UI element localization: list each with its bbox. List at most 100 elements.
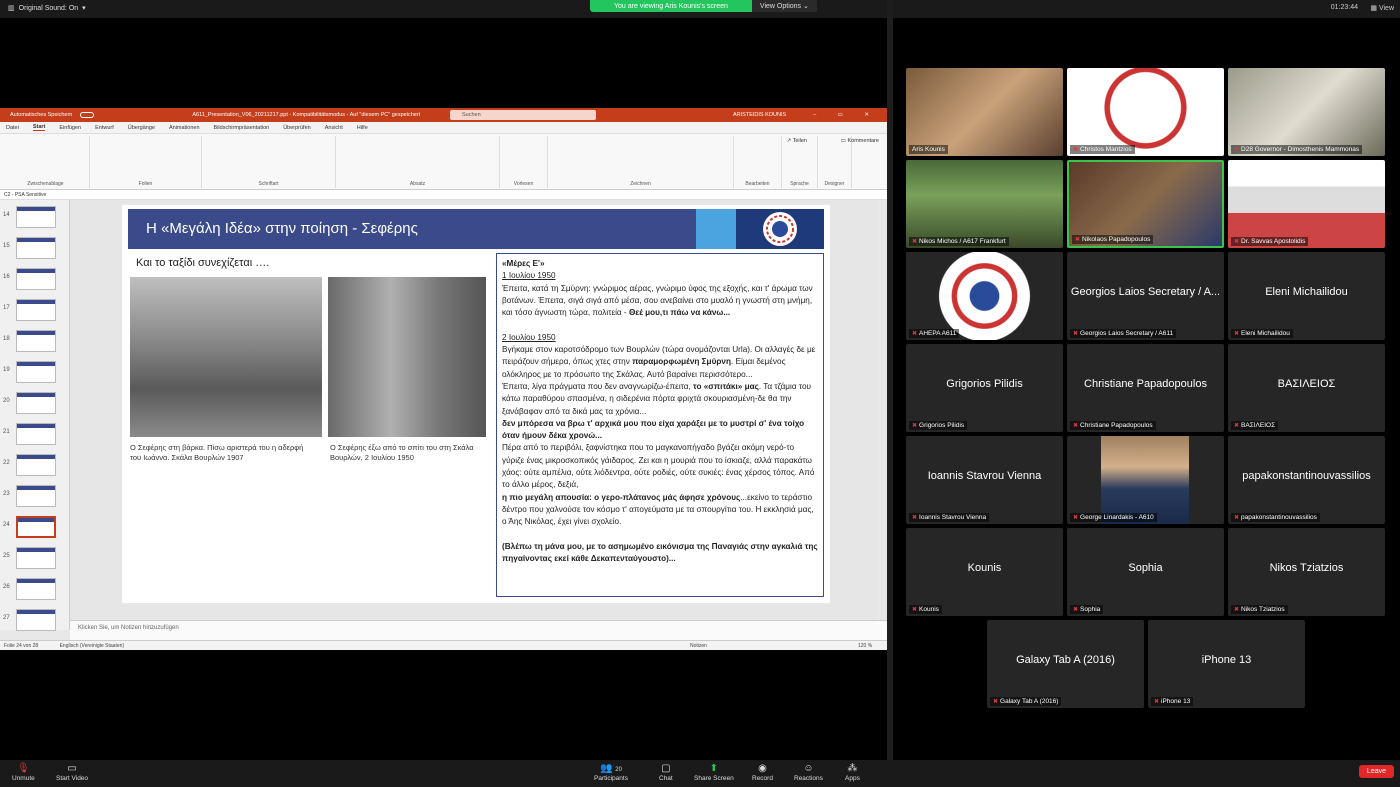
slide-title: Η «Μεγάλη Ιδέα» στην ποίηση - Σεφέρης (146, 220, 418, 237)
participant-tile[interactable]: Eleni Michailidou ✖ Eleni Michailidou (1228, 252, 1385, 340)
ribbon-tab[interactable]: Datei (6, 125, 19, 131)
thumb-header (17, 207, 55, 211)
slide-header: Η «Μεγάλη Ιδέα» στην ποίηση - Σεφέρης (128, 209, 824, 249)
mic-muted-icon: ✖ (1234, 515, 1240, 521)
participant-name: papakonstantinouvassilios (1241, 514, 1317, 521)
slide-thumbnail[interactable] (16, 392, 56, 414)
participant-label: ✖ Grigorios Pilidis (909, 421, 968, 430)
slide-thumbnail[interactable] (16, 578, 56, 600)
participant-tile[interactable]: Galaxy Tab A (2016) ✖ Galaxy Tab A (2016) (987, 620, 1144, 708)
participant-tile[interactable]: Grigorios Pilidis ✖ Grigorios Pilidis (906, 344, 1063, 432)
ribbon-tab[interactable]: Hilfe (357, 125, 368, 131)
participant-display-name: ΒΑΣΙΛΕΙΟΣ (1277, 378, 1336, 390)
mic-muted-icon: ✖ (912, 331, 918, 337)
ppt-body: C2 - PSA Sensitive 14 15 16 17 18 19 20 21 22 23 2… (0, 190, 887, 650)
slide-thumbnail[interactable] (16, 547, 56, 569)
ribbon-tab[interactable]: Animationen (169, 125, 200, 131)
slide-thumbnail[interactable] (16, 299, 56, 321)
participant-tile[interactable]: papakonstantinouvassilios ✖ papakonstantin… (1228, 436, 1385, 524)
slide-thumbnail[interactable] (16, 361, 56, 383)
ribbon-tab[interactable]: Bildschirmpräsentation (214, 125, 270, 131)
participant-label: ✖ Georgios Laios Secretary / A611 (1070, 329, 1177, 338)
viewing-banner: You are viewing Aris Kounis's screen Vie… (590, 0, 817, 12)
participant-tile[interactable]: Sophia ✖ Sophia (1067, 528, 1224, 616)
apps-button[interactable]: ⁂ Apps (845, 763, 860, 782)
participant-label: ✖ Eleni Michailidou (1231, 329, 1293, 338)
participant-tile[interactable]: ✖ Nikos Michos / A617 Frankfurt (906, 160, 1063, 248)
notes-pane[interactable]: Klicken Sie, um Notizen hinzuzufügen (70, 620, 887, 640)
slide-thumbnail[interactable] (16, 516, 56, 538)
participant-tile[interactable]: Nikos Tziatzios ✖ Nikos Tziatzios (1228, 528, 1385, 616)
participant-label: ✖ Ioannis Stavrou Vienna (909, 513, 990, 522)
slide-thumbnail[interactable] (16, 485, 56, 507)
ribbon-tab[interactable]: Entwurf (95, 125, 114, 131)
participants-button[interactable]: 👥 20 Participants (594, 763, 628, 782)
ribbon-group: Bearbeiten (734, 136, 782, 188)
chat-button[interactable]: ▢ Chat (659, 763, 673, 782)
slide-thumbnail[interactable] (16, 237, 56, 259)
leave-button[interactable]: Leave (1358, 765, 1394, 778)
participant-label: ✖ papakonstantinouvassilios (1231, 513, 1320, 522)
participant-name: Galaxy Tab A (2016) (1000, 698, 1059, 705)
ribbon-tab[interactable]: Start (32, 124, 46, 131)
window-controls[interactable]: – ▭ ✕ (813, 112, 879, 118)
share-screen-button[interactable]: ⬆ Share Screen (694, 763, 734, 782)
zoom-level[interactable]: 120 % (858, 641, 872, 651)
participant-tile[interactable]: ✖ George Linardakis - A610 (1067, 436, 1224, 524)
ahepa-logo-icon (906, 252, 1063, 340)
participant-tile[interactable]: ✖ AHEPA A611 (906, 252, 1063, 340)
sound-icon: ▥ (8, 5, 15, 12)
slide-thumbnail[interactable] (16, 609, 56, 631)
ribbon-group: Schriftart (202, 136, 336, 188)
slide-thumbnail[interactable] (16, 330, 56, 352)
autosave-toggle[interactable] (80, 112, 95, 118)
slide-thumbnail[interactable] (16, 206, 56, 228)
unmute-button[interactable]: 🎙 Unmute (12, 763, 35, 782)
participant-tile[interactable]: Ioannis Stavrou Vienna ✖ Ioannis Stavrou V… (906, 436, 1063, 524)
ribbon-tab[interactable]: Übergänge (128, 125, 155, 131)
comments-button[interactable]: ▭ Kommentare (841, 138, 879, 144)
participant-name: Kounis (919, 606, 939, 613)
participant-tile[interactable]: Georgios Laios Secretary / A... ✖ Georgios… (1067, 252, 1224, 340)
participant-display-name: Galaxy Tab A (2016) (1016, 654, 1115, 666)
slide-thumbnails[interactable]: 14 15 16 17 18 19 20 21 22 23 24 25 26 27 (0, 200, 70, 631)
participant-tile[interactable]: ✖ Nikolaos Papadopoulos (1067, 160, 1224, 248)
ribbon-tab[interactable]: Ansicht (325, 125, 343, 131)
ribbon-tab[interactable]: Überprüfen (283, 125, 311, 131)
start-video-button[interactable]: ▭ Start Video (56, 763, 88, 782)
participant-name: Nikolaos Papadopoulos (1082, 236, 1151, 243)
participant-display-name: Nikos Tziatzios (1269, 562, 1344, 574)
participant-label: ✖ Christiane Papadopoulos (1070, 421, 1156, 430)
participant-tile[interactable]: Christiane Papadopoulos ✖ Christiane Papad… (1067, 344, 1224, 432)
view-options-button[interactable]: View Options ⌄ (751, 0, 817, 12)
participant-tile[interactable]: ✖ Dr. Savvas Apostolidis (1228, 160, 1385, 248)
participant-name: Sophia (1080, 606, 1101, 613)
slide-thumbnail[interactable] (16, 268, 56, 290)
original-sound-toggle[interactable]: ▥ Original Sound: On ▾ (8, 4, 86, 13)
share-button[interactable]: ↗ Teilen (787, 138, 807, 144)
participant-name: Nikos Michos / A617 Frankfurt (919, 238, 1006, 245)
record-button[interactable]: ◉ Record (752, 763, 773, 782)
chevron-down-icon: ▾ (82, 5, 86, 12)
participant-tile[interactable]: iPhone 13 ✖ iPhone 13 (1148, 620, 1305, 708)
mic-muted-icon: ✖ (912, 607, 918, 613)
participant-tile[interactable]: Kounis ✖ Kounis (906, 528, 1063, 616)
slide-thumbnail[interactable] (16, 454, 56, 476)
participant-name: AHEPA A611 (919, 330, 957, 337)
participant-name: Nikos Tziatzios (1241, 606, 1285, 613)
notes-button[interactable]: Notizen (690, 641, 707, 651)
mic-muted-icon: ✖ (1073, 515, 1079, 521)
participant-tile[interactable]: ΒΑΣΙΛΕΙΟΣ ✖ ΒΑΣΙΛΕΙΟΣ (1228, 344, 1385, 432)
reactions-icon: ☺ (803, 763, 814, 774)
status-bar: Folie 24 von 28 Englisch (Vereinigte Sta… (0, 640, 887, 650)
photo-caption: Ο Σεφέρης έξω από το σπίτι του στη Σκάλα… (330, 443, 474, 462)
participant-tile[interactable]: Aris Kounis (906, 68, 1063, 156)
thumb-number: 24 (3, 522, 10, 528)
reactions-button[interactable]: ☺ Reactions (794, 763, 823, 782)
mic-muted-icon: ✖ (1075, 237, 1081, 243)
ribbon-tab[interactable]: Einfügen (59, 125, 81, 131)
participant-tile[interactable]: ✖ Christos Mantzios (1067, 68, 1224, 156)
search-input[interactable]: Suchen (450, 110, 596, 120)
slide-thumbnail[interactable] (16, 423, 56, 445)
participant-tile[interactable]: ✖ D28 Governor - Dimosthenis Mammonas (1228, 68, 1385, 156)
